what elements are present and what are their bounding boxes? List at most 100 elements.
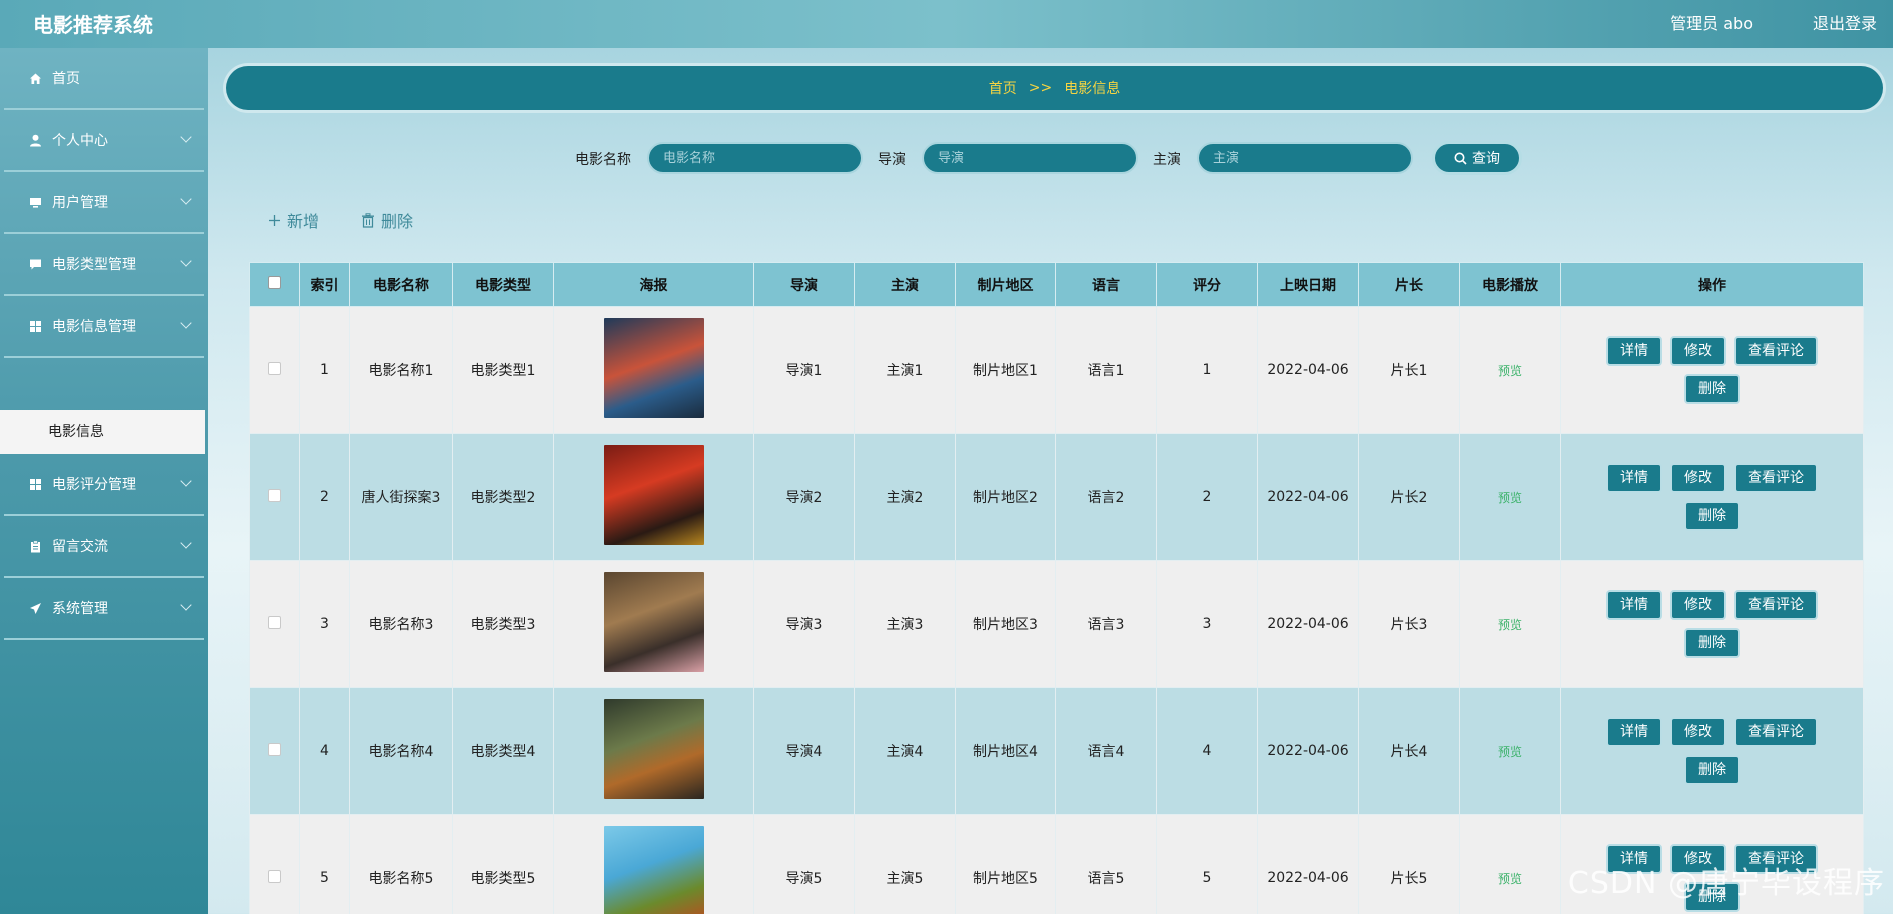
logout-link[interactable]: 退出登录 bbox=[1813, 10, 1877, 34]
poster-image[interactable] bbox=[603, 572, 704, 672]
row-checkbox-cell[interactable] bbox=[249, 433, 300, 561]
home-icon bbox=[28, 71, 42, 85]
row-checkbox[interactable] bbox=[268, 742, 281, 756]
row-checkbox-cell[interactable] bbox=[249, 560, 300, 688]
search-name-input[interactable] bbox=[647, 142, 863, 174]
row-checkbox[interactable] bbox=[268, 869, 281, 883]
cell-length: 片长2 bbox=[1358, 433, 1460, 561]
breadcrumb-current: 电影信息 bbox=[1064, 81, 1121, 97]
chevron-down-icon bbox=[180, 193, 192, 205]
view-comments-button[interactable]: 查看评论 bbox=[1734, 336, 1818, 366]
cell-length: 片长4 bbox=[1358, 687, 1460, 815]
column-header: 评分 bbox=[1156, 262, 1258, 307]
cell-date: 2022-04-06 bbox=[1257, 306, 1359, 434]
select-all-checkbox-cell[interactable] bbox=[249, 262, 300, 307]
cell-actions: 详情 修改 查看评论删除 bbox=[1560, 687, 1864, 815]
user-icon bbox=[28, 133, 42, 147]
cell-score: 2 bbox=[1156, 433, 1258, 561]
clipboard-icon bbox=[28, 539, 42, 553]
chevron-down-icon bbox=[180, 131, 192, 143]
search-button[interactable]: 查询 bbox=[1432, 141, 1522, 175]
cell-play: 预览 bbox=[1459, 306, 1561, 434]
cell-language: 语言2 bbox=[1055, 433, 1157, 561]
view-comments-button[interactable]: 查看评论 bbox=[1734, 463, 1818, 493]
detail-button[interactable]: 详情 bbox=[1606, 717, 1662, 747]
sidebar-item-label: 个人中心 bbox=[52, 133, 108, 149]
sidebar-item-movie-types[interactable]: 电影类型管理 bbox=[4, 234, 204, 296]
sidebar-item-home[interactable]: 首页 bbox=[4, 48, 204, 110]
view-comments-button[interactable]: 查看评论 bbox=[1734, 590, 1818, 620]
app-title: 电影推荐系统 bbox=[33, 13, 153, 37]
cell-name: 电影名称3 bbox=[349, 560, 453, 688]
cell-length: 片长5 bbox=[1358, 814, 1460, 914]
cell-director: 导演3 bbox=[753, 560, 855, 688]
sidebar-item-label: 电影类型管理 bbox=[52, 257, 136, 273]
sidebar-item-profile[interactable]: 个人中心 bbox=[4, 110, 204, 172]
poster-image[interactable] bbox=[603, 826, 704, 914]
row-checkbox[interactable] bbox=[268, 488, 281, 502]
poster-image[interactable] bbox=[603, 318, 704, 418]
breadcrumb: 首页 >> 电影信息 bbox=[226, 66, 1883, 110]
add-button[interactable]: 新增 bbox=[268, 208, 319, 232]
sidebar-item-movie-info[interactable]: 电影信息管理 bbox=[4, 296, 204, 358]
search-name-label: 电影名称 bbox=[575, 152, 631, 168]
cell-play: 预览 bbox=[1459, 433, 1561, 561]
cell-actor: 主演4 bbox=[854, 687, 956, 815]
cell-region: 制片地区5 bbox=[955, 814, 1056, 914]
delete-button[interactable]: 删除 bbox=[1684, 501, 1740, 531]
cell-index: 4 bbox=[299, 687, 350, 815]
edit-button[interactable]: 修改 bbox=[1670, 336, 1726, 366]
preview-link[interactable]: 预览 bbox=[1498, 872, 1522, 886]
sidebar: 首页 个人中心 用户管理 电影类型管理 电影信息管理 电影信息 电影评分管理 留… bbox=[0, 48, 208, 914]
cell-score: 4 bbox=[1156, 687, 1258, 815]
edit-button[interactable]: 修改 bbox=[1670, 463, 1726, 493]
breadcrumb-home[interactable]: 首页 bbox=[989, 78, 1017, 98]
cell-play: 预览 bbox=[1459, 814, 1561, 914]
cell-director: 导演2 bbox=[753, 433, 855, 561]
cell-region: 制片地区1 bbox=[955, 306, 1056, 434]
sidebar-item-system[interactable]: 系统管理 bbox=[4, 578, 204, 640]
preview-link[interactable]: 预览 bbox=[1498, 618, 1522, 632]
detail-button[interactable]: 详情 bbox=[1606, 590, 1662, 620]
batch-delete-button[interactable]: 删除 bbox=[361, 208, 413, 232]
cell-play: 预览 bbox=[1459, 687, 1561, 815]
cell-type: 电影类型1 bbox=[452, 306, 554, 434]
edit-button[interactable]: 修改 bbox=[1670, 717, 1726, 747]
row-checkbox-cell[interactable] bbox=[249, 687, 300, 815]
table-row: 2 唐人街探案3 电影类型2 导演2 主演2 制片地区2 语言2 2 2022-… bbox=[249, 433, 1864, 561]
sidebar-subitem-movie-info[interactable]: 电影信息 bbox=[0, 410, 205, 454]
chevron-down-icon bbox=[180, 475, 192, 487]
detail-button[interactable]: 详情 bbox=[1606, 463, 1662, 493]
cell-region: 制片地区3 bbox=[955, 560, 1056, 688]
select-all-checkbox[interactable] bbox=[268, 276, 281, 289]
cell-actor: 主演5 bbox=[854, 814, 956, 914]
poster-image[interactable] bbox=[603, 445, 704, 545]
view-comments-button[interactable]: 查看评论 bbox=[1734, 717, 1818, 747]
cell-date: 2022-04-06 bbox=[1257, 560, 1359, 688]
preview-link[interactable]: 预览 bbox=[1498, 491, 1522, 505]
sidebar-item-movie-ratings[interactable]: 电影评分管理 bbox=[4, 454, 204, 516]
cell-name: 电影名称1 bbox=[349, 306, 453, 434]
row-checkbox-cell[interactable] bbox=[249, 814, 300, 914]
sidebar-item-users[interactable]: 用户管理 bbox=[4, 172, 204, 234]
delete-button[interactable]: 删除 bbox=[1684, 628, 1740, 658]
search-director-input[interactable] bbox=[922, 142, 1138, 174]
column-header: 电影名称 bbox=[349, 262, 453, 307]
poster-image[interactable] bbox=[603, 699, 704, 799]
sidebar-item-messages[interactable]: 留言交流 bbox=[4, 516, 204, 578]
preview-link[interactable]: 预览 bbox=[1498, 745, 1522, 759]
search-button-label: 查询 bbox=[1472, 151, 1500, 167]
search-actor-input[interactable] bbox=[1197, 142, 1413, 174]
preview-link[interactable]: 预览 bbox=[1498, 364, 1522, 378]
column-header: 电影类型 bbox=[452, 262, 554, 307]
row-checkbox[interactable] bbox=[268, 615, 281, 629]
row-checkbox-cell[interactable] bbox=[249, 306, 300, 434]
search-icon bbox=[1454, 152, 1467, 165]
row-checkbox[interactable] bbox=[268, 361, 281, 375]
detail-button[interactable]: 详情 bbox=[1606, 336, 1662, 366]
cell-date: 2022-04-06 bbox=[1257, 433, 1359, 561]
edit-button[interactable]: 修改 bbox=[1670, 590, 1726, 620]
delete-button[interactable]: 删除 bbox=[1684, 374, 1740, 404]
chat-icon bbox=[28, 257, 42, 271]
delete-button[interactable]: 删除 bbox=[1684, 755, 1740, 785]
